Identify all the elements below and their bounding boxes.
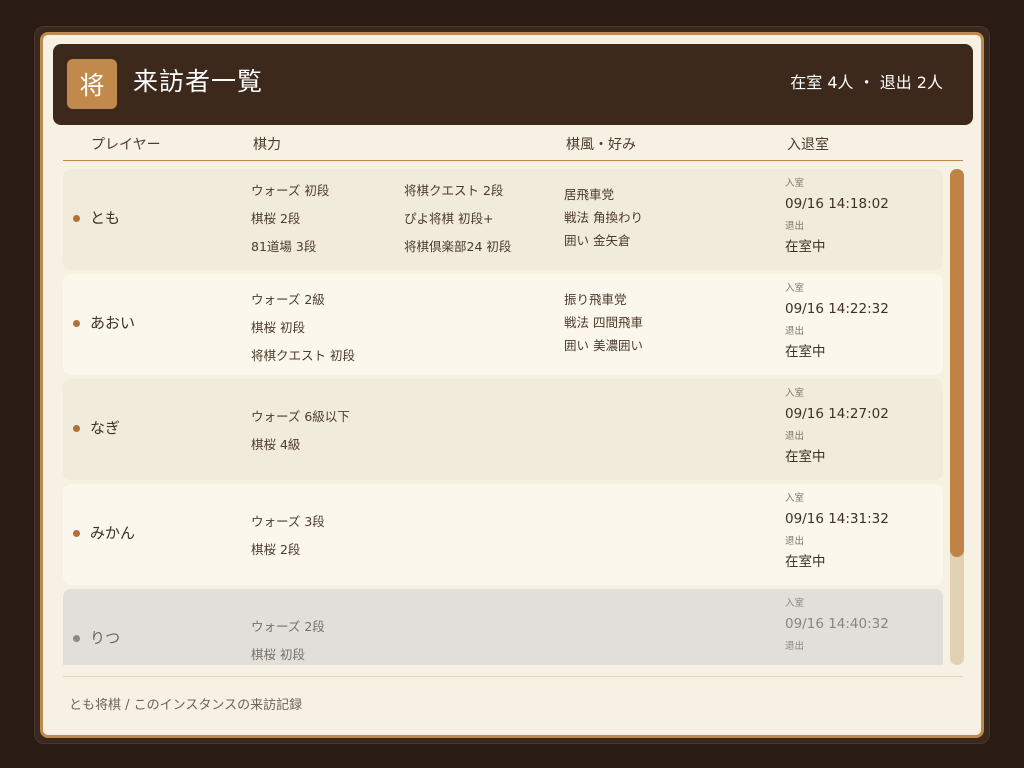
visitor-row[interactable]: あおい ウォーズ 2級 棋桜 初段 将棋クエスト 初段 振り飛車党 戦法 四間飛…: [63, 274, 943, 375]
in-time: 09/16 14:31:32: [785, 511, 889, 527]
column-header-rating: 棋力: [253, 137, 281, 153]
player-name: とも: [90, 209, 121, 227]
presence-dot-icon: [73, 634, 80, 642]
visitor-row[interactable]: なぎ ウォーズ 6級以下 棋桜 4級 入室 09/16 14:27:02 退出 …: [63, 379, 943, 480]
rating-item: ウォーズ 3段: [251, 514, 325, 529]
header-bar: 将 来訪者一覧 在室 4人 ・ 退出 2人: [53, 44, 973, 125]
player-name: みかん: [90, 524, 136, 542]
presence-dot-icon: [73, 319, 80, 327]
out-label: 退出: [785, 641, 805, 652]
out-label: 退出: [785, 536, 805, 547]
in-label: 入室: [785, 598, 805, 609]
visitor-row[interactable]: りつ ウォーズ 2段 棋桜 初段 入室 09/16 14:40:32 退出: [63, 589, 943, 665]
visitor-panel: 将 来訪者一覧 在室 4人 ・ 退出 2人 プレイヤー 棋力 棋風・好み 入退室…: [40, 32, 984, 738]
rating-item: 棋桜 4級: [251, 437, 301, 452]
player-name: なぎ: [90, 419, 121, 437]
player-cell: あおい: [73, 312, 135, 334]
visitor-row[interactable]: とも ウォーズ 初段 棋桜 2段 81道場 3段 将棋クエスト 2段 ぴよ将棋 …: [63, 169, 943, 270]
rating-item: 将棋倶楽部24 初段: [404, 239, 512, 254]
out-value: 在室中: [785, 239, 826, 255]
in-label: 入室: [785, 283, 805, 294]
presence-dot-icon: [73, 424, 80, 432]
footer-text: とも将棋 / このインスタンスの来訪記録: [69, 698, 303, 713]
out-label: 退出: [785, 431, 805, 442]
inout-cell: 入室 09/16 14:40:32 退出: [785, 597, 935, 657]
rating-item: 棋桜 2段: [251, 542, 301, 557]
style-item: 居飛車党: [564, 187, 615, 202]
in-label: 入室: [785, 178, 805, 189]
page-title: 来訪者一覧: [133, 67, 264, 96]
presence-summary: 在室 4人 ・ 退出 2人: [790, 73, 943, 92]
footer-divider: [63, 676, 963, 677]
scrollbar-thumb[interactable]: [950, 169, 964, 557]
out-value: 在室中: [785, 554, 826, 570]
out-value: 在室中: [785, 449, 826, 465]
style-item: 囲い 美濃囲い: [564, 338, 643, 353]
presence-dot-icon: [73, 214, 80, 222]
rating-item: ウォーズ 初段: [251, 183, 330, 198]
column-header-player: プレイヤー: [91, 137, 161, 153]
rating-item: 81道場 3段: [251, 239, 317, 254]
out-label: 退出: [785, 326, 805, 337]
rating-item: ウォーズ 2級: [251, 292, 325, 307]
inout-cell: 入室 09/16 14:22:32 退出 在室中: [785, 282, 935, 362]
inout-cell: 入室 09/16 14:31:32 退出 在室中: [785, 492, 935, 572]
shogi-logo-icon: 将: [67, 59, 117, 109]
rating-item: 棋桜 初段: [251, 320, 305, 335]
in-time: 09/16 14:22:32: [785, 301, 889, 317]
rating-item: ぴよ将棋 初段+: [404, 211, 494, 226]
inout-cell: 入室 09/16 14:27:02 退出 在室中: [785, 387, 935, 467]
rating-item: ウォーズ 2段: [251, 619, 325, 634]
visitor-list[interactable]: とも ウォーズ 初段 棋桜 2段 81道場 3段 将棋クエスト 2段 ぴよ将棋 …: [63, 169, 943, 665]
rating-item: 棋桜 2段: [251, 211, 301, 226]
player-cell: とも: [73, 207, 120, 229]
player-cell: なぎ: [73, 417, 120, 439]
style-item: 戦法 角換わり: [564, 210, 643, 225]
column-header-inout: 入退室: [787, 137, 829, 153]
rating-item: 将棋クエスト 初段: [251, 348, 355, 363]
in-time: 09/16 14:27:02: [785, 406, 889, 422]
header-divider: [63, 160, 963, 161]
inout-cell: 入室 09/16 14:18:02 退出 在室中: [785, 177, 935, 257]
style-item: 囲い 金矢倉: [564, 233, 631, 248]
out-label: 退出: [785, 221, 805, 232]
player-name: あおい: [90, 314, 136, 332]
rating-item: 棋桜 初段: [251, 647, 305, 662]
in-label: 入室: [785, 493, 805, 504]
in-time: 09/16 14:40:32: [785, 616, 889, 632]
rating-item: 将棋クエスト 2段: [404, 183, 504, 198]
visitor-row[interactable]: みかん ウォーズ 3段 棋桜 2段 入室 09/16 14:31:32 退出 在…: [63, 484, 943, 585]
player-cell: みかん: [73, 522, 135, 544]
column-header-style: 棋風・好み: [566, 137, 636, 153]
player-cell: りつ: [73, 627, 120, 649]
rating-item: ウォーズ 6級以下: [251, 409, 350, 424]
style-item: 戦法 四間飛車: [564, 315, 643, 330]
style-item: 振り飛車党: [564, 292, 627, 307]
presence-dot-icon: [73, 529, 80, 537]
in-label: 入室: [785, 388, 805, 399]
out-value: 在室中: [785, 344, 826, 360]
player-name: りつ: [90, 629, 121, 647]
scrollbar[interactable]: [950, 169, 964, 665]
in-time: 09/16 14:18:02: [785, 196, 889, 212]
